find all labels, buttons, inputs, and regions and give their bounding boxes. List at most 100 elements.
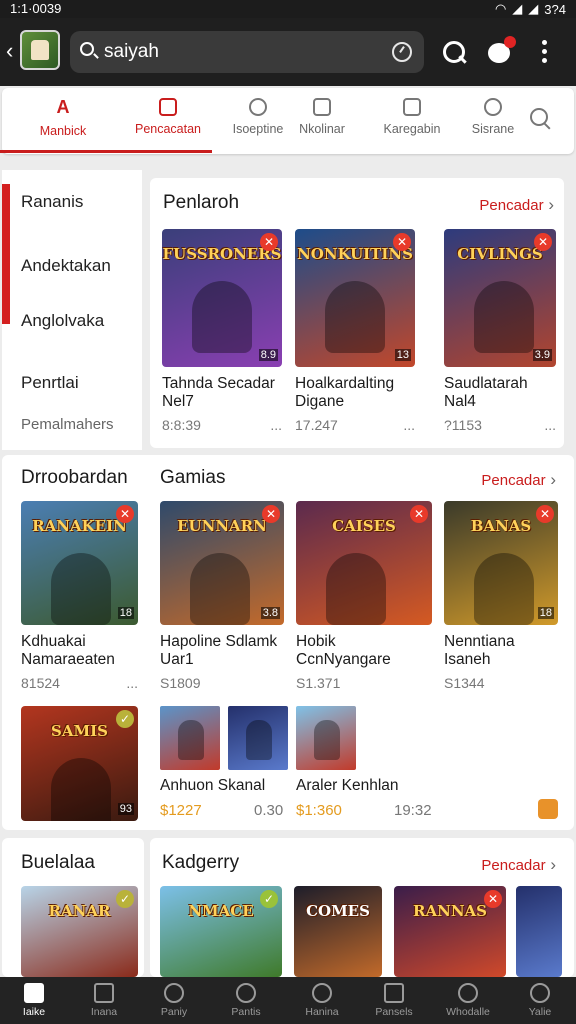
search-button[interactable]: [442, 40, 468, 66]
cart-icon[interactable]: [538, 799, 558, 819]
tab-karegabin[interactable]: Karegabin: [372, 98, 452, 148]
tab-label: Pencacatan: [134, 122, 202, 136]
search-input[interactable]: saiyah: [70, 31, 424, 73]
tab-label: Manbick: [39, 124, 87, 138]
nav-label: Yalie: [528, 1006, 552, 1018]
nav-pansels[interactable]: Pansels: [362, 983, 426, 1018]
game-card[interactable]: EUNNARN ✕ 3.8 Hapoline Sdlamk Uar1 S1809: [160, 501, 284, 691]
game-price: $1:360: [296, 802, 342, 819]
game-thumbnail: RANAKEIN ✕ 18: [21, 501, 138, 625]
game-card[interactable]: CIVLINGS ✕ 3.9 Saudlatarah Nal4 ?1153...: [444, 229, 556, 433]
game-thumbnail[interactable]: SAMIS ✓ 93: [21, 706, 138, 821]
nav-library[interactable]: Inana: [72, 983, 136, 1018]
box-icon: [403, 98, 421, 116]
game-title: Nenntiana Isaneh: [444, 633, 515, 668]
timer-icon[interactable]: [392, 42, 412, 62]
bottom-navigation: Iaike Inana Paniy Pantis Hanina Pansels …: [0, 977, 576, 1024]
close-badge-icon[interactable]: ✕: [260, 233, 278, 251]
close-badge-icon[interactable]: ✕: [534, 233, 552, 251]
more-dots-icon[interactable]: ...: [126, 675, 138, 691]
more-dots-icon[interactable]: ...: [270, 417, 282, 433]
nav-pantis[interactable]: Pantis: [214, 983, 278, 1018]
sidebar-item-anglolvaka[interactable]: Anglolvaka: [21, 311, 104, 331]
section-penlaroh: Penlaroh Pencadar FUSSRONERS ✕ 8.9 Tahnd…: [150, 178, 564, 448]
game-mini-thumbnail[interactable]: [228, 706, 288, 770]
game-meta: S1344: [444, 675, 485, 691]
category-tabs: A Manbick Pencacatan Isoeptine Nkolinar …: [2, 88, 574, 154]
nav-label: Iaike: [22, 1006, 46, 1018]
character-art: [51, 553, 111, 625]
magnify-icon: [458, 983, 478, 1003]
tab-label: Isoeptine: [232, 122, 284, 136]
game-thumbnail: CIVLINGS ✕ 3.9: [444, 229, 556, 367]
game-title: Hobik CcnNyangare: [296, 633, 391, 668]
sidebar-item-andektakan[interactable]: Andektakan: [21, 256, 111, 276]
game-thumbnail[interactable]: RANNAS ✕: [394, 886, 506, 977]
game-title: Hapoline Sdlamk Uar1: [160, 633, 278, 668]
game-meta: 8:8:39: [162, 417, 201, 433]
game-thumbnail[interactable]: RANAR ✓: [21, 886, 138, 977]
close-badge-icon[interactable]: ✕: [393, 233, 411, 251]
close-badge-icon[interactable]: ✕: [484, 890, 502, 908]
game-card[interactable]: BANAS ✕ 18 Nenntiana Isaneh S1344: [444, 501, 558, 691]
nav-paniy[interactable]: Paniy: [142, 983, 206, 1018]
sidebar-item-penrtlai[interactable]: Penrtlai: [21, 373, 79, 393]
sidebar-item-rananis[interactable]: Rananis: [21, 192, 83, 212]
nav-whodalle[interactable]: Whodalle: [436, 983, 500, 1018]
sidebar-item-pemalmahers[interactable]: Pemalmahers: [21, 416, 114, 433]
section-kadgerry: Kadgerry Pencadar NMACE ✓ COMES RANNAS ✕: [150, 838, 574, 977]
game-thumbnail[interactable]: COMES: [294, 886, 382, 977]
see-more-link[interactable]: Pencadar: [479, 195, 554, 215]
app-avatar[interactable]: [20, 30, 60, 70]
more-dots-icon[interactable]: ...: [403, 417, 415, 433]
more-options-icon[interactable]: [538, 40, 564, 66]
nav-profile[interactable]: Yalie: [508, 983, 572, 1018]
back-icon[interactable]: ‹: [6, 40, 13, 62]
game-card[interactable]: FUSSRONERS ✕ 8.9 Tahnda Secadar Nel7 8:8…: [162, 229, 282, 433]
game-card[interactable]: RANAKEIN ✕ 18 Kdhuakai Namaraeaten 81524…: [21, 501, 138, 691]
controller-icon: [312, 983, 332, 1003]
more-dots-icon[interactable]: ...: [544, 417, 556, 433]
rating-badge: 18: [117, 607, 134, 619]
game-price: $1227: [160, 802, 202, 819]
rating-badge: 3.9: [532, 349, 552, 361]
close-badge-icon[interactable]: ✕: [116, 505, 134, 523]
nav-label: Paniy: [160, 1006, 188, 1018]
game-thumbnail[interactable]: [516, 886, 562, 977]
nav-hanina[interactable]: Hanina: [290, 983, 354, 1018]
game-title: Araler Kenhlan: [296, 777, 399, 794]
tab-label: Karegabin: [383, 122, 441, 136]
nav-label: Pantis: [231, 1006, 261, 1018]
character-art: [246, 720, 272, 760]
nav-home[interactable]: Iaike: [2, 983, 66, 1018]
badge-icon: ✓: [260, 890, 278, 908]
game-thumbnail[interactable]: NMACE ✓: [160, 886, 282, 977]
game-mini-thumbnail[interactable]: [296, 706, 356, 770]
game-thumbnail: CAISES ✕: [296, 501, 432, 625]
game-card[interactable]: NONKUITINS ✕ 13 Hoalkardalting Digane 17…: [295, 229, 415, 433]
close-badge-icon[interactable]: ✕: [262, 505, 280, 523]
wifi-icon: ◠: [494, 1, 507, 16]
tab-sisrane[interactable]: Sisrane: [464, 98, 522, 148]
character-art: [325, 281, 385, 353]
close-badge-icon[interactable]: ✕: [536, 505, 554, 523]
tab-manbick[interactable]: A Manbick: [20, 98, 106, 148]
character-art: [190, 553, 250, 625]
close-badge-icon[interactable]: ✕: [410, 505, 428, 523]
tab-nkolinar[interactable]: Nkolinar: [288, 98, 356, 148]
see-more-link[interactable]: Pencadar: [481, 855, 556, 875]
tab-search-icon[interactable]: [530, 108, 552, 130]
nav-label: Hanina: [305, 1006, 339, 1018]
notification-icon[interactable]: [486, 36, 516, 66]
see-more-link[interactable]: Pencadar: [481, 470, 556, 490]
game-card[interactable]: CAISES ✕ Hobik CcnNyangare S1.371: [296, 501, 432, 691]
game-mini-thumbnail[interactable]: [160, 706, 220, 770]
badge-icon: ✓: [116, 710, 134, 728]
game-title: Hoalkardalting Digane: [295, 375, 395, 410]
tab-isoeptine[interactable]: Isoeptine: [222, 98, 294, 148]
game-thumbnail: NONKUITINS ✕ 13: [295, 229, 415, 367]
search-text: saiyah: [104, 41, 159, 62]
tab-pencacatan[interactable]: Pencacatan: [126, 98, 210, 148]
character-art: [326, 553, 386, 625]
library-icon: [94, 983, 114, 1003]
